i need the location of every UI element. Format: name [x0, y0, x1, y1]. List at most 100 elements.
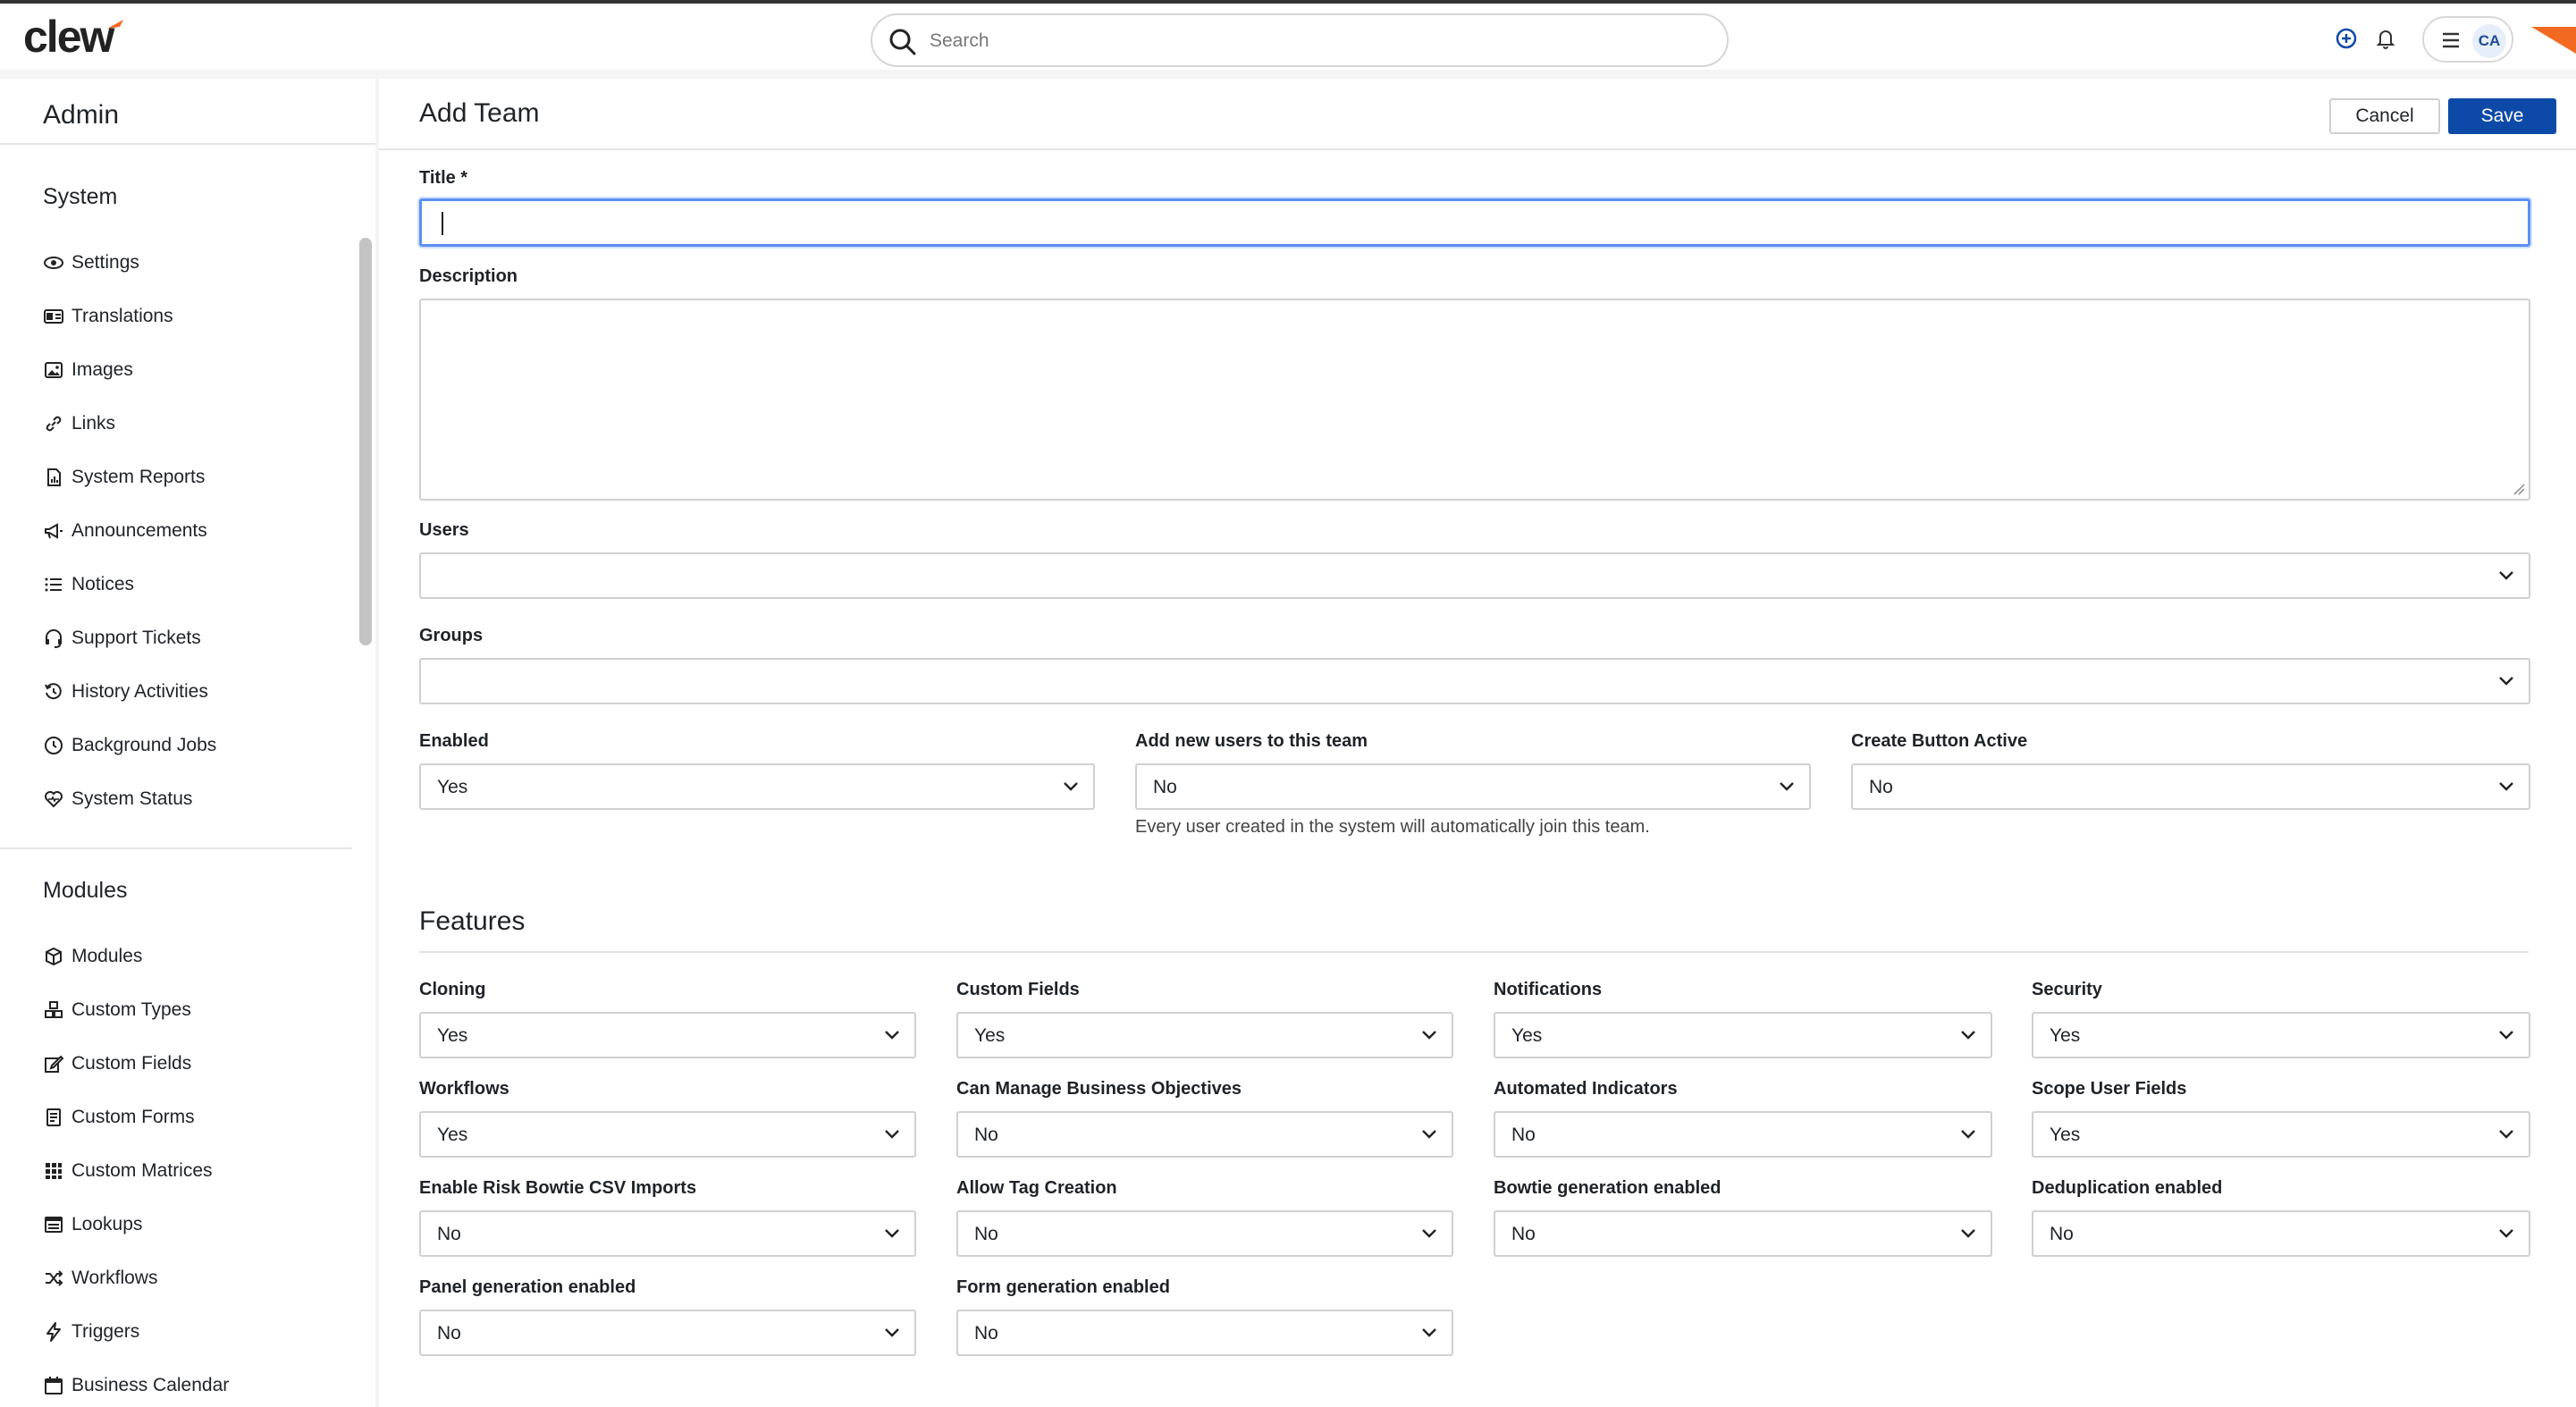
sidebar-item-label: Custom Matrices [72, 1160, 213, 1181]
sidebar-item-label: Custom Fields [72, 1053, 192, 1074]
page-title: Add Team [419, 98, 540, 128]
sidebar-item-label: History Activities [72, 681, 208, 702]
sidebar-item-system-status[interactable]: System Status [43, 781, 347, 817]
feature-select-bowtie-generation[interactable]: No [1494, 1210, 1992, 1257]
chevron-down-icon [1422, 1328, 1436, 1337]
sidebar-item-announcements[interactable]: Announcements [43, 513, 347, 549]
title-label: Title * [419, 168, 468, 188]
feature-label-workflows: Workflows [419, 1079, 509, 1099]
brand-corner-icon [2531, 27, 2576, 54]
sidebar-item-workflows[interactable]: Workflows [43, 1260, 347, 1296]
sidebar-scrollbar[interactable] [359, 238, 372, 645]
sidebar-item-background-jobs[interactable]: Background Jobs [43, 728, 347, 763]
feature-label-bowtie-csv-imports: Enable Risk Bowtie CSV Imports [419, 1178, 697, 1198]
enabled-select[interactable]: Yes [419, 763, 1095, 810]
sidebar-item-label: Lookups [72, 1214, 143, 1234]
add-circle-icon[interactable] [2333, 25, 2360, 52]
chevron-down-icon [1064, 782, 1078, 791]
sidebar-item-custom-types[interactable]: Custom Types [43, 992, 347, 1028]
cancel-button[interactable]: Cancel [2329, 98, 2440, 134]
feature-label-cloning: Cloning [419, 980, 486, 999]
select-value: No [1869, 777, 1893, 797]
feature-select-custom-fields[interactable]: Yes [956, 1012, 1453, 1058]
feature-select-notifications[interactable]: Yes [1494, 1012, 1992, 1058]
users-select[interactable] [419, 552, 2530, 599]
title-input[interactable] [419, 198, 2530, 247]
chevron-down-icon [885, 1031, 899, 1040]
feature-label-form-generation: Form generation enabled [956, 1277, 1170, 1297]
sidebar-item-system-reports[interactable]: System Reports [43, 459, 347, 495]
sidebar-item-images[interactable]: Images [43, 352, 347, 388]
sidebar-item-settings[interactable]: Settings [43, 245, 347, 281]
add-new-users-select[interactable]: No [1135, 763, 1811, 810]
chevron-down-icon [2499, 571, 2513, 580]
feature-select-scope-user-fields[interactable]: Yes [2032, 1111, 2530, 1158]
sidebar-item-history-activities[interactable]: History Activities [43, 674, 347, 710]
save-button[interactable]: Save [2448, 98, 2556, 134]
sidebar-item-lookups[interactable]: Lookups [43, 1207, 347, 1243]
sidebar-item-label: Workflows [72, 1268, 158, 1288]
feature-label-notifications: Notifications [1494, 980, 1603, 999]
avatar[interactable]: CA [2472, 24, 2506, 58]
user-menu[interactable]: CA [2422, 16, 2513, 63]
divider [0, 143, 375, 145]
search-bar[interactable] [871, 13, 1729, 67]
chevron-down-icon [2499, 782, 2513, 791]
chevron-down-icon [885, 1328, 899, 1337]
sidebar-item-label: Notices [72, 574, 135, 594]
sidebar-item-label: Custom Types [72, 999, 191, 1020]
calendar-icon [45, 1377, 63, 1394]
feature-select-business-objectives[interactable]: No [956, 1111, 1453, 1158]
image-icon [45, 362, 63, 378]
bell-icon[interactable] [2372, 25, 2399, 52]
feature-select-automated-indicators[interactable]: No [1494, 1111, 1992, 1158]
cube-icon [46, 947, 62, 966]
sidebar-item-triggers[interactable]: Triggers [43, 1314, 347, 1350]
sidebar-item-links[interactable]: Links [43, 406, 347, 442]
sidebar-item-custom-matrices[interactable]: Custom Matrices [43, 1153, 347, 1189]
groups-select[interactable] [419, 658, 2530, 704]
hamburger-menu-icon[interactable] [2440, 30, 2462, 50]
megaphone-icon [45, 523, 63, 539]
sidebar-item-modules[interactable]: Modules [43, 939, 347, 974]
select-value: No [974, 1224, 998, 1244]
clew-logo[interactable]: clew [23, 11, 123, 63]
create-button-active-select[interactable]: No [1851, 763, 2530, 810]
shuffle-icon [46, 1270, 63, 1286]
logo-mark-icon [107, 20, 123, 29]
sidebar-item-label: Business Calendar [72, 1375, 230, 1395]
resize-handle-icon[interactable] [2513, 483, 2525, 495]
feature-select-bowtie-csv-imports[interactable]: No [419, 1210, 916, 1257]
sidebar-item-custom-fields[interactable]: Custom Fields [43, 1046, 347, 1082]
feature-select-tag-creation[interactable]: No [956, 1210, 1453, 1257]
description-textarea[interactable] [419, 299, 2530, 501]
sidebar-title: Admin [43, 100, 120, 130]
select-value: Yes [2050, 1025, 2081, 1046]
enabled-label: Enabled [419, 731, 489, 751]
sidebar-item-label: Images [72, 359, 133, 380]
feature-label-automated-indicators: Automated Indicators [1494, 1079, 1678, 1099]
feature-select-cloning[interactable]: Yes [419, 1012, 916, 1058]
cubes-icon [45, 1001, 63, 1018]
translation-icon [44, 309, 63, 324]
feature-select-form-generation[interactable]: No [956, 1310, 1453, 1356]
sidebar-item-label: Custom Forms [72, 1107, 195, 1127]
select-value: No [2050, 1224, 2074, 1244]
section-modules: Modules [43, 878, 128, 903]
feature-select-deduplication[interactable]: No [2032, 1210, 2530, 1257]
feature-select-workflows[interactable]: Yes [419, 1111, 916, 1158]
feature-label-panel-generation: Panel generation enabled [419, 1277, 636, 1297]
feature-select-security[interactable]: Yes [2032, 1012, 2530, 1058]
feature-select-panel-generation[interactable]: No [419, 1310, 916, 1356]
users-label: Users [419, 520, 469, 540]
sidebar-item-business-calendar[interactable]: Business Calendar [43, 1368, 347, 1403]
sidebar-item-notices[interactable]: Notices [43, 567, 347, 602]
divider [379, 148, 2576, 150]
sidebar-item-custom-forms[interactable]: Custom Forms [43, 1099, 347, 1135]
sidebar-item-translations[interactable]: Translations [43, 299, 347, 334]
sidebar-item-support-tickets[interactable]: Support Tickets [43, 620, 347, 656]
chevron-down-icon [1961, 1229, 1975, 1238]
search-input[interactable] [928, 24, 1696, 58]
eye-icon [44, 257, 63, 269]
sidebar-item-label: System Reports [72, 467, 206, 487]
